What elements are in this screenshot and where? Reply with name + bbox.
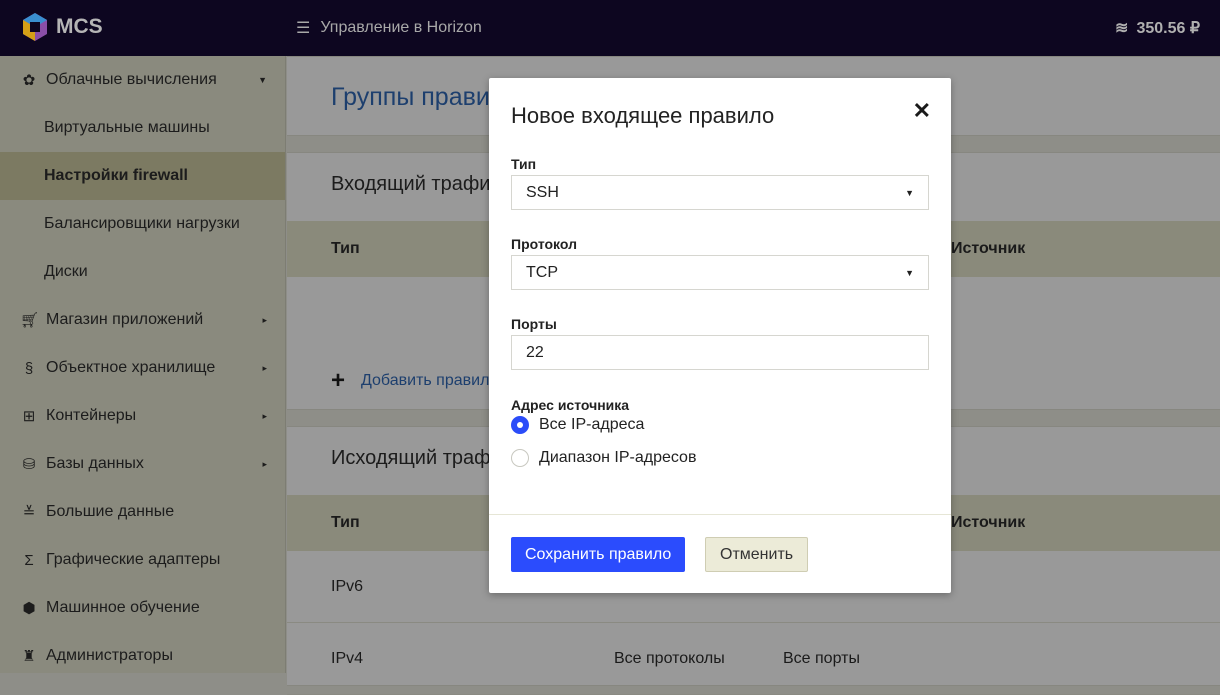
chevron-icon: ▸	[262, 458, 267, 469]
page-title: Группы правил	[331, 83, 505, 111]
sliders-icon: ☰	[296, 20, 311, 37]
caret-down-icon: ▼	[905, 267, 914, 278]
sidebar-item-label: Облачные вычисления	[46, 71, 217, 88]
sidebar-item-label: Настройки firewall	[44, 167, 188, 184]
ml-icon: ⬢	[22, 600, 36, 617]
radio-ip-range-label: Диапазон IP-адресов	[539, 449, 697, 466]
sidebar-item[interactable]: ⊞ Контейнеры ▸	[0, 392, 285, 440]
sidebar-item-label: Балансировщики нагрузки	[44, 215, 240, 232]
sidebar-item[interactable]: Диски	[0, 248, 285, 296]
sidebar-item-label: Диски	[44, 263, 88, 280]
bigdata-icon: ≚	[22, 504, 36, 521]
coins-icon: ≋	[1115, 20, 1129, 37]
type-select[interactable]: SSH ▼	[511, 175, 929, 210]
logo[interactable]: MCS	[22, 12, 103, 42]
sidebar-item-label: Контейнеры	[46, 407, 137, 424]
database-icon: ⛁	[22, 456, 36, 473]
ports-label: Порты	[511, 316, 557, 332]
sidebar-item[interactable]: ≚ Большие данные	[0, 488, 285, 536]
sidebar-item[interactable]: ✿ Облачные вычисления ▼	[0, 56, 285, 104]
cart-icon: 🛒︎	[20, 312, 40, 329]
sidebar-item-label: Объектное хранилище	[46, 359, 216, 376]
ports-input[interactable]: 22	[511, 335, 929, 370]
protocol-label: Протокол	[511, 236, 577, 252]
dialog-divider	[489, 514, 951, 515]
radio-unchecked-icon	[511, 449, 529, 467]
caret-down-icon: ▼	[905, 187, 914, 198]
sidebar-item[interactable]: Настройки firewall	[0, 152, 285, 200]
balance[interactable]: ≋ 350.56 ₽	[1115, 18, 1200, 38]
brand-name: MCS	[56, 15, 103, 38]
col-type: Тип	[331, 514, 360, 531]
row-type: IPv4	[331, 649, 364, 667]
chevron-icon: ▼	[258, 75, 267, 85]
mcs-logo-icon	[23, 13, 47, 41]
sidebar-item-label: Магазин приложений	[46, 311, 204, 328]
col-type: Тип	[331, 240, 360, 257]
horizon-label: Управление в Horizon	[320, 19, 482, 36]
cancel-button[interactable]: Отменить	[705, 537, 809, 572]
sidebar-item[interactable]: 🛒︎ Магазин приложений ▸	[0, 296, 285, 344]
sidebar-item-label: Администраторы	[46, 647, 173, 664]
chevron-icon: ▸	[262, 362, 267, 373]
admins-icon: ♜	[22, 648, 36, 665]
sidebar-item-label: Виртуальные машины	[44, 119, 210, 136]
col-source: Источник	[951, 240, 1026, 257]
sidebar-item[interactable]: Балансировщики нагрузки	[0, 200, 285, 248]
radio-checked-icon	[511, 416, 529, 434]
table-row[interactable]: IPv4 Все протоколы Все порты	[287, 623, 1220, 695]
protocol-select[interactable]: TCP ▼	[511, 255, 929, 290]
add-rule-label: Добавить правило	[361, 372, 499, 389]
sidebar-item[interactable]: ⛁ Базы данных ▸	[0, 440, 285, 488]
dialog-title: Новое входящее правило	[511, 103, 775, 128]
type-value: SSH	[526, 183, 559, 201]
new-rule-dialog: Новое входящее правило ✕ Тип SSH ▼ Проток…	[489, 78, 951, 593]
col-source: Источник	[951, 514, 1026, 531]
sigma-icon: Σ	[24, 551, 34, 569]
sidebar-item-label: Большие данные	[46, 503, 175, 520]
sidebar-item-label: Машинное обучение	[46, 599, 200, 616]
sidebar: ✿ Облачные вычисления ▼ Виртуальные машины Н…	[0, 56, 286, 673]
type-label: Тип	[511, 156, 537, 172]
incoming-title: Входящий трафик	[331, 173, 500, 195]
chevron-icon: ▸	[262, 410, 267, 421]
add-rule-link[interactable]: + Добавить правило	[331, 367, 498, 395]
cloud-compute-icon: ✿	[22, 72, 36, 89]
row-protocol: Все протоколы	[614, 649, 725, 667]
sidebar-item[interactable]: § Объектное хранилище ▸	[0, 344, 285, 392]
source-label: Адрес источника	[511, 397, 630, 413]
save-rule-button[interactable]: Сохранить правило	[511, 537, 686, 572]
outgoing-title: Исходящий трафик	[331, 447, 511, 469]
protocol-value: TCP	[526, 263, 558, 281]
chevron-icon: ▸	[262, 314, 267, 325]
plus-icon: +	[331, 367, 346, 394]
radio-all-ip[interactable]: Все IP-адреса	[511, 416, 644, 434]
row-ports: Все порты	[783, 649, 860, 667]
sidebar-item-label: Базы данных	[46, 455, 144, 472]
containers-icon: ⊞	[22, 408, 36, 425]
sidebar-item-label: Графические адаптеры	[46, 551, 221, 568]
radio-ip-range[interactable]: Диапазон IP-адресов	[511, 449, 696, 467]
sidebar-item[interactable]: Σ Графические адаптеры	[0, 536, 285, 584]
sidebar-item[interactable]: ⬢ Машинное обучение	[0, 584, 285, 632]
top-bar: MCS ☰ Управление в Horizon ≋ 350.56 ₽	[0, 0, 1220, 56]
balance-value: 350.56 ₽	[1136, 20, 1200, 37]
sidebar-item[interactable]: Виртуальные машины	[0, 104, 285, 152]
storage-icon: §	[24, 359, 34, 377]
row-type: IPv6	[331, 577, 364, 595]
ports-value: 22	[526, 343, 544, 361]
radio-all-ip-label: Все IP-адреса	[539, 416, 645, 433]
horizon-link[interactable]: ☰ Управление в Horizon	[296, 18, 482, 38]
close-icon[interactable]: ✕	[913, 98, 931, 124]
